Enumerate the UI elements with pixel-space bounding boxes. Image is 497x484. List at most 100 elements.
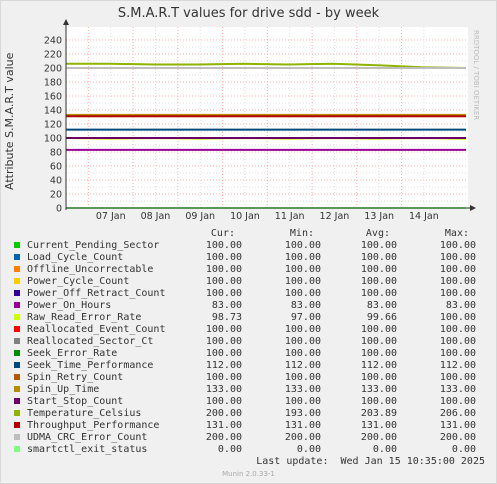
legend-min: 131.00 xyxy=(284,420,321,431)
plot-area: 0 20 40 60 80 100 120 140 160 180 200 220 240 07 Jan 0… xyxy=(44,19,476,222)
legend-row: Seek_Time_Performance 112.00 112.00 112.00 1… xyxy=(0,360,497,372)
legend-row: Seek_Error_Rate 100.00 100.00 100.00 100.00 xyxy=(0,348,497,360)
legend-min: 193.00 xyxy=(284,408,321,419)
legend-series-name: Reallocated_Event_Count xyxy=(27,324,166,335)
legend-cur: 100.00 xyxy=(205,240,242,251)
legend-min: 133.00 xyxy=(284,384,321,395)
legend-row: Power_Off_Retract_Count 100.00 100.00 100.0… xyxy=(0,288,497,300)
legend-row: smartctl_exit_status 0.00 0.00 0.00 0.00 xyxy=(0,444,497,456)
legend-series-name: Throughput_Performance xyxy=(27,420,160,431)
legend-avg: 83.00 xyxy=(366,300,397,311)
y-tick-label: 180 xyxy=(44,78,62,89)
legend-avg: 100.00 xyxy=(360,288,397,299)
legend-row: Start_Stop_Count 100.00 100.00 100.00 100.00 xyxy=(0,396,497,408)
legend-row: Power_Cycle_Count 100.00 100.00 100.00 100.0… xyxy=(0,276,497,288)
x-tick-label: 09 Jan xyxy=(185,211,215,222)
y-tick-label: 220 xyxy=(44,50,62,61)
legend-max: 200.00 xyxy=(439,432,476,443)
legend-cur: 100.00 xyxy=(205,372,242,383)
legend-cur: 133.00 xyxy=(205,384,242,395)
legend-cur: 100.00 xyxy=(205,288,242,299)
legend-swatch xyxy=(14,302,20,308)
legend-series-name: Load_Cycle_Count xyxy=(27,252,124,263)
legend-swatch xyxy=(14,446,20,452)
legend-swatch xyxy=(14,314,20,320)
legend-max: 83.00 xyxy=(445,300,476,311)
legend-max: 100.00 xyxy=(439,324,476,335)
legend-series-name: Start_Stop_Count xyxy=(27,396,124,407)
x-tick-label: 11 Jan xyxy=(275,211,305,222)
legend-cur: 131.00 xyxy=(205,420,242,431)
legend-cur: 0.00 xyxy=(217,444,242,455)
legend-min: 100.00 xyxy=(284,288,321,299)
legend-avg: 100.00 xyxy=(360,252,397,263)
legend-min: 0.00 xyxy=(296,444,321,455)
legend-swatch xyxy=(14,434,20,440)
legend-swatch xyxy=(14,398,20,404)
legend-min: 83.00 xyxy=(290,300,321,311)
legend-max: 206.00 xyxy=(439,408,476,419)
legend-swatch xyxy=(14,278,20,284)
y-tick-label: 100 xyxy=(44,134,62,145)
legend-cur: 200.00 xyxy=(205,432,242,443)
legend-swatch xyxy=(14,374,20,380)
legend-avg: 100.00 xyxy=(360,240,397,251)
legend-row: Load_Cycle_Count 100.00 100.00 100.00 100.00 xyxy=(0,252,497,264)
legend-avg: 100.00 xyxy=(360,324,397,335)
legend-min: 112.00 xyxy=(284,360,321,371)
legend-max: 100.00 xyxy=(439,396,476,407)
legend-min: 100.00 xyxy=(284,336,321,347)
legend-avg: 203.89 xyxy=(360,408,397,419)
y-tick-label: 40 xyxy=(50,176,62,187)
x-axis-arrow xyxy=(470,205,476,211)
y-tick-label: 120 xyxy=(44,120,62,131)
legend-max: 112.00 xyxy=(439,360,476,371)
x-tick-label: 14 Jan xyxy=(409,211,439,222)
legend-cur: 100.00 xyxy=(205,336,242,347)
legend-swatch xyxy=(14,386,20,392)
legend-swatch xyxy=(14,338,20,344)
legend-series-name: UDMA_CRC_Error_Count xyxy=(27,432,148,443)
x-tick-label: 13 Jan xyxy=(364,211,394,222)
legend-min: 100.00 xyxy=(284,240,321,251)
legend-max: 100.00 xyxy=(439,240,476,251)
legend-cur: 100.00 xyxy=(205,276,242,287)
legend-header: Cur: Min: Avg: Max: xyxy=(0,228,497,240)
legend-row: Offline_Uncorrectable 100.00 100.00 100.00 1… xyxy=(0,264,497,276)
legend-row: Temperature_Celsius 200.00 193.00 203.89 206… xyxy=(0,408,497,420)
legend-avg: 200.00 xyxy=(360,432,397,443)
legend-row: Power_On_Hours 83.00 83.00 83.00 83.00 xyxy=(0,300,497,312)
legend-max: 100.00 xyxy=(439,264,476,275)
legend-series-name: Seek_Error_Rate xyxy=(27,348,118,359)
legend-cur: 100.00 xyxy=(205,348,242,359)
legend-series-name: smartctl_exit_status xyxy=(27,444,148,455)
legend-row: Current_Pending_Sector 100.00 100.00 100.00… xyxy=(0,240,497,252)
legend-avg: 99.66 xyxy=(366,312,397,323)
legend-series-name: Power_Off_Retract_Count xyxy=(27,288,166,299)
legend-max: 131.00 xyxy=(439,420,476,431)
legend-avg: 131.00 xyxy=(360,420,397,431)
y-tick-label: 60 xyxy=(50,162,62,173)
legend-min: 100.00 xyxy=(284,276,321,287)
legend-avg: 100.00 xyxy=(360,336,397,347)
y-tick-label: 80 xyxy=(50,148,62,159)
legend-cur: 112.00 xyxy=(205,360,242,371)
legend-avg: 100.00 xyxy=(360,396,397,407)
legend-swatch xyxy=(14,290,20,296)
legend-series-name: Reallocated_Sector_Ct xyxy=(27,336,154,347)
legend-avg: 100.00 xyxy=(360,372,397,383)
legend-min: 200.00 xyxy=(284,432,321,443)
legend-min: 100.00 xyxy=(284,252,321,263)
x-tick-label: 10 Jan xyxy=(230,211,260,222)
legend-max: 100.00 xyxy=(439,372,476,383)
legend-min: 97.00 xyxy=(290,312,321,323)
legend-cur: 100.00 xyxy=(205,264,242,275)
legend-max: 100.00 xyxy=(439,348,476,359)
legend-row: Reallocated_Sector_Ct 100.00 100.00 100.00 1… xyxy=(0,336,497,348)
legend-min: 100.00 xyxy=(284,348,321,359)
x-tick-label: 07 Jan xyxy=(96,211,126,222)
legend-avg: 100.00 xyxy=(360,276,397,287)
legend-min: 100.00 xyxy=(284,264,321,275)
legend-avg: 133.00 xyxy=(360,384,397,395)
legend-cur: 100.00 xyxy=(205,396,242,407)
